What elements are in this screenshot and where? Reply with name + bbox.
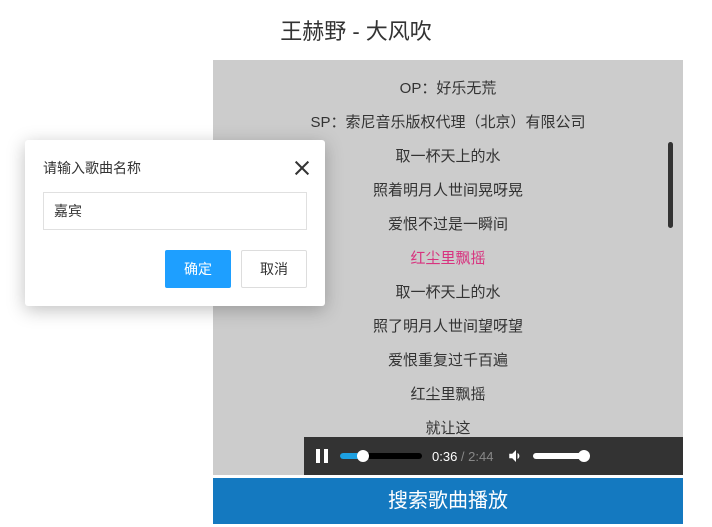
lyric-line: 爱恨重复过千百遍: [213, 344, 683, 378]
modal-title: 请输入歌曲名称: [43, 158, 141, 178]
duration-time: 2:44: [468, 449, 493, 464]
lyric-line: 照了明月人世间望呀望: [213, 310, 683, 344]
lyric-line: OP：好乐无荒: [213, 72, 683, 106]
volume-bar[interactable]: [533, 453, 587, 459]
seek-knob[interactable]: [357, 450, 369, 462]
close-icon[interactable]: [293, 159, 311, 177]
search-song-button[interactable]: 搜索歌曲播放: [213, 478, 683, 524]
pause-icon: [316, 449, 328, 463]
modal-footer: 确定 取消: [25, 250, 325, 306]
modal-header: 请输入歌曲名称: [25, 140, 325, 192]
lyric-line: 红尘里飘摇: [213, 378, 683, 412]
volume-knob[interactable]: [578, 450, 590, 462]
time-display: 0:36 / 2:44: [432, 449, 493, 464]
song-name-input[interactable]: [43, 192, 307, 230]
lyric-line: 就让这: [213, 412, 683, 437]
seek-bar[interactable]: [340, 453, 422, 459]
audio-player-bar: 0:36 / 2:44: [304, 437, 683, 475]
cancel-button[interactable]: 取消: [241, 250, 307, 288]
confirm-button[interactable]: 确定: [165, 250, 231, 288]
page-title: 王赫野 - 大风吹: [0, 0, 712, 56]
scrollbar-thumb[interactable]: [668, 142, 673, 228]
search-modal: 请输入歌曲名称 确定 取消: [25, 140, 325, 306]
pause-button[interactable]: [316, 449, 328, 463]
current-time: 0:36: [432, 449, 457, 464]
lyric-line: SP：索尼音乐版权代理（北京）有限公司: [213, 106, 683, 140]
volume-icon[interactable]: [507, 447, 525, 465]
